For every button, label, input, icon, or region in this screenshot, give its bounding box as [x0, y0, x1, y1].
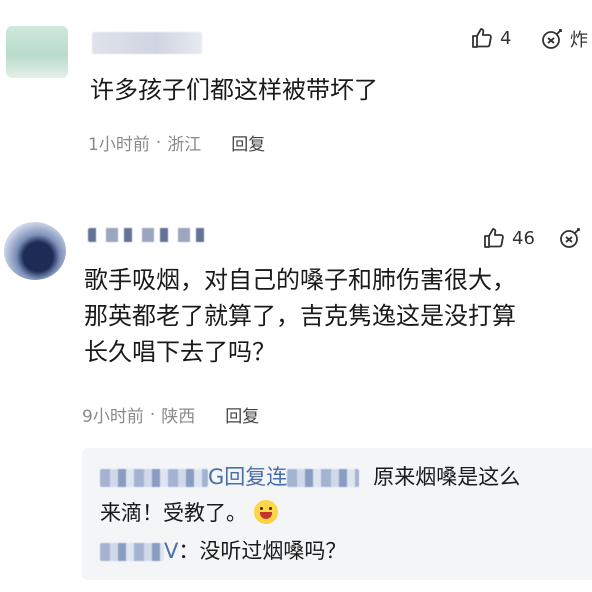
user-avatar[interactable] [6, 26, 68, 78]
comment-text: 许多孩子们都这样被带坏了 [90, 72, 378, 108]
boom-icon [558, 226, 582, 250]
username-blurred[interactable] [88, 228, 212, 242]
thumbs-up-icon [470, 26, 494, 50]
reply-text: 原来烟嗓是这么 [373, 465, 521, 489]
username-blurred[interactable] [92, 32, 202, 54]
comment-time: 1小时前 [88, 135, 150, 155]
comment-line: 长久唱下去了吗？ [84, 338, 276, 366]
comment-time: 9小时前 [82, 407, 144, 427]
boom-label: 炸 [570, 30, 588, 51]
like-button[interactable]: 4 [470, 26, 511, 50]
comment-thread: 4 炸 许多孩子们都这样被带坏了 1小时前 · 浙江 回复 46 歌手吸烟，对自… [0, 0, 592, 592]
comment-meta: 9小时前 · 陕西 回复 [82, 402, 259, 428]
user-avatar[interactable] [4, 222, 66, 280]
reply-button[interactable]: 回复 [225, 402, 259, 427]
like-count: 46 [512, 227, 535, 249]
reply-target-blurred[interactable] [287, 469, 360, 487]
comment-location: 陕西 [161, 407, 196, 427]
boom-button[interactable]: 炸 [540, 26, 588, 52]
comment-text: 歌手吸烟，对自己的嗓子和肺伤害很大， 那英都老了就算了，吉克隽逸这是没打算 长久… [84, 262, 516, 370]
comment-line: 许多孩子们都这样被带坏了 [90, 76, 378, 104]
reply-author-tail[interactable]: V [164, 539, 178, 563]
replies-preview[interactable]: G回复连 原来烟嗓是这么 来滴！受教了。 V：没听过烟嗓吗？ [82, 448, 592, 580]
comment-line: 那英都老了就算了，吉克隽逸这是没打算 [84, 302, 516, 330]
reply-author-tail[interactable]: G回复 [208, 465, 266, 489]
reply-author-blurred[interactable] [100, 469, 208, 487]
reply-text: 来滴！受教了。 [100, 501, 247, 525]
comment-location: 浙江 [167, 135, 202, 155]
reply-item[interactable]: G回复连 原来烟嗓是这么 [100, 462, 520, 492]
reply-author-blurred[interactable] [100, 543, 164, 561]
reply-target[interactable]: 连 [266, 465, 287, 489]
reply-text: ：没听过烟嗓吗？ [178, 539, 347, 563]
grinning-emoji-icon [253, 500, 278, 524]
boom-button[interactable] [558, 226, 582, 250]
boom-icon [540, 27, 564, 51]
reply-item[interactable]: V：没听过烟嗓吗？ [100, 536, 346, 566]
comment-line: 歌手吸烟，对自己的嗓子和肺伤害很大， [84, 266, 516, 294]
meta-separator: · [155, 132, 162, 153]
reply-button[interactable]: 回复 [231, 130, 265, 155]
like-button[interactable]: 46 [482, 226, 535, 250]
meta-separator: · [149, 404, 156, 425]
comment-meta: 1小时前 · 浙江 回复 [88, 130, 265, 156]
reply-item-continued: 来滴！受教了。 [100, 498, 278, 528]
thumbs-up-icon [482, 226, 506, 250]
like-count: 4 [500, 27, 512, 49]
